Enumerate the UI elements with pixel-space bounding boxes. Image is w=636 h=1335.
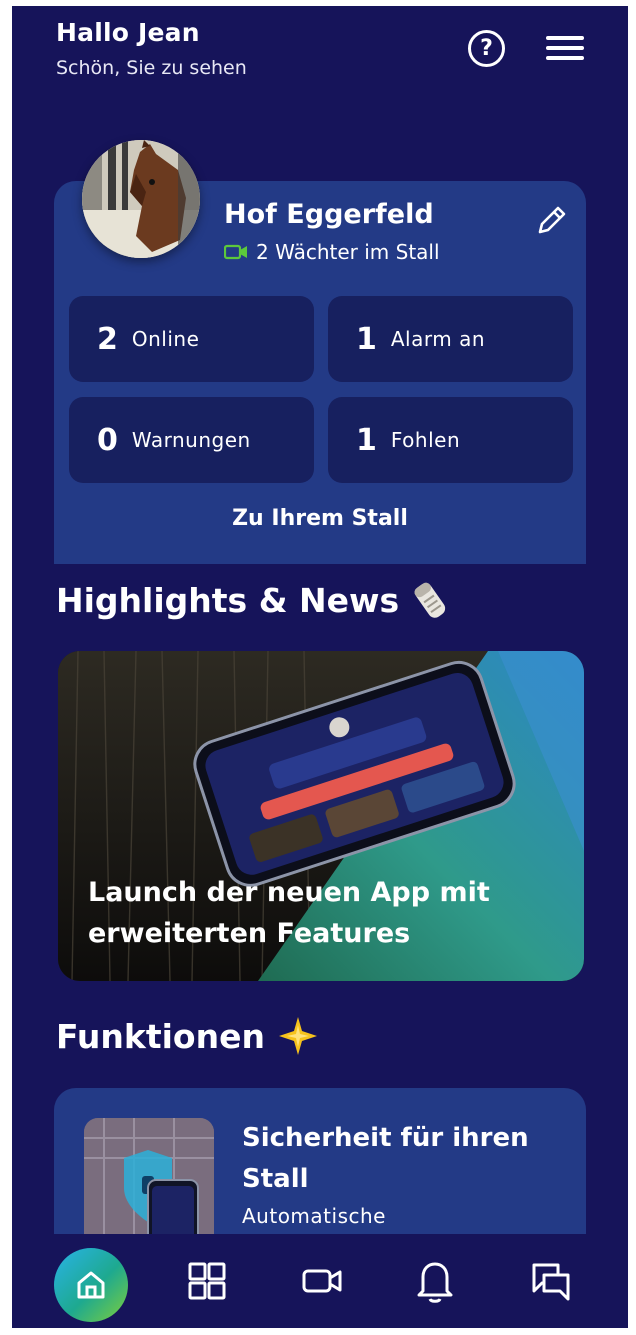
greeting-subtitle: Schön, Sie zu sehen [56, 57, 247, 79]
home-icon [77, 1271, 105, 1299]
app-screen: Hallo Jean Schön, Sie zu sehen ? Hof Egg… [12, 6, 628, 1328]
stat-label: Alarm an [390, 327, 486, 351]
stat-warnings[interactable]: 0 Warnungen [69, 397, 314, 483]
greeting-title: Hallo Jean [56, 18, 200, 47]
bottom-navigation [12, 1234, 628, 1328]
news-card-title: Launch der neuen App mit erweiterten Fea… [88, 877, 490, 949]
video-camera-icon [224, 244, 247, 260]
stat-online[interactable]: 2 Online [69, 296, 314, 382]
edit-button[interactable] [532, 200, 572, 240]
feature-card-title: Sicherheit für ihren Stall [242, 1123, 529, 1194]
stat-value: 0 [97, 422, 118, 458]
highlights-title: Highlights & News [56, 578, 451, 622]
stat-value: 1 [356, 422, 377, 458]
nav-video[interactable] [296, 1254, 350, 1308]
question-circle-icon: ? [480, 36, 493, 61]
stall-avatar [82, 140, 200, 258]
stat-label: Fohlen [390, 428, 461, 452]
nav-home[interactable] [54, 1248, 128, 1322]
grid-icon [188, 1262, 226, 1300]
stat-value: 1 [356, 321, 377, 357]
functions-title-text: Funktionen [56, 1016, 265, 1056]
hamburger-menu-icon[interactable] [546, 36, 584, 62]
nav-messages[interactable] [524, 1254, 578, 1308]
feature-card-subtitle: Automatische [242, 1204, 386, 1228]
stat-label: Warnungen [131, 428, 251, 452]
functions-title: Funktionen [56, 1015, 319, 1057]
video-camera-icon [302, 1269, 342, 1293]
newspaper-roll-icon [414, 582, 446, 618]
bell-icon [417, 1262, 453, 1303]
chat-bubbles-icon [532, 1263, 570, 1301]
highlights-title-text: Highlights & News [56, 580, 400, 620]
stat-alarm[interactable]: 1 Alarm an [328, 296, 573, 382]
stall-name: Hof Eggerfeld [224, 199, 434, 230]
guards-info: 2 Wächter im Stall [224, 240, 440, 264]
stat-label: Online [131, 327, 200, 351]
go-to-stall-link[interactable]: Zu Ihrem Stall [54, 506, 586, 531]
guards-label: 2 Wächter im Stall [256, 240, 440, 264]
pencil-icon [538, 206, 566, 234]
sparkle-star-icon [278, 1017, 317, 1055]
stat-foals[interactable]: 1 Fohlen [328, 397, 573, 483]
help-button[interactable]: ? [468, 30, 505, 67]
stat-value: 2 [97, 321, 118, 357]
nav-dashboard[interactable] [180, 1254, 234, 1308]
nav-notifications[interactable] [408, 1254, 462, 1308]
